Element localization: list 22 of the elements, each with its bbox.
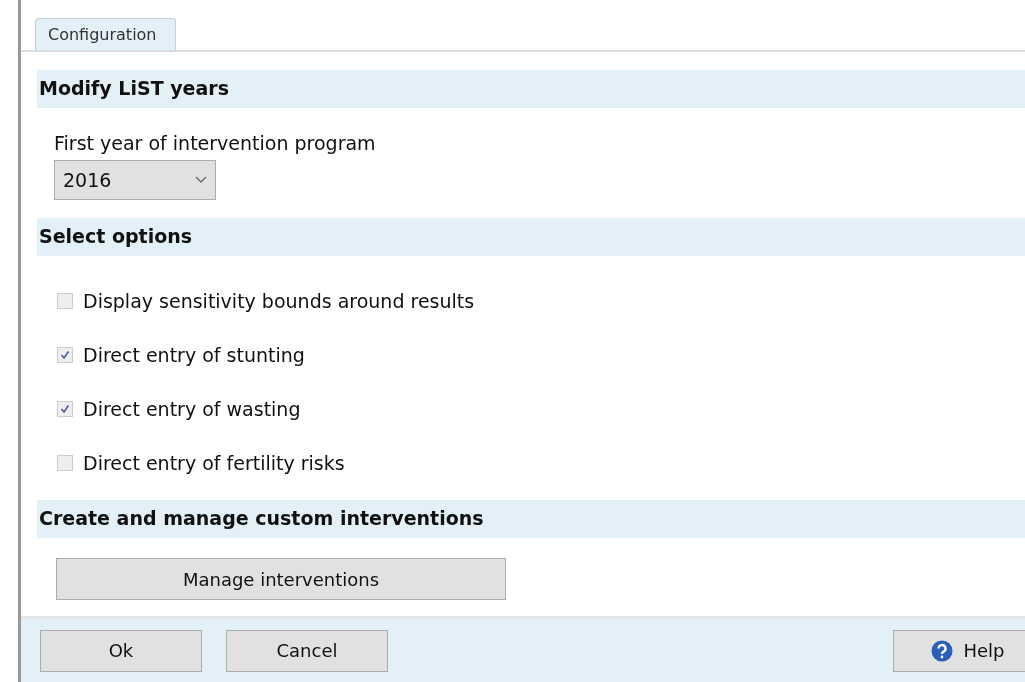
section-header: Create and manage custom interventions	[37, 500, 1025, 538]
section-header: Select options	[37, 218, 1025, 256]
checkbox[interactable]	[57, 401, 73, 417]
section-header: Modify LiST years	[37, 70, 1025, 108]
checkbox-label: Direct entry of wasting	[83, 398, 301, 420]
checkbox-label: Direct entry of fertility risks	[83, 452, 345, 474]
dialog-button[interactable]: Cancel	[226, 629, 388, 672]
checkbox[interactable]	[57, 455, 73, 471]
chevron-down-icon	[195, 176, 207, 184]
year-dropdown[interactable]: 2016	[54, 160, 216, 200]
checkbox-label: Direct entry of stunting	[83, 344, 305, 366]
checkbox-label: Display sensitivity bounds around results	[83, 290, 475, 312]
check-icon	[60, 404, 70, 414]
manage-interventions-button[interactable]: Manage interventions	[56, 558, 506, 600]
check-icon	[60, 350, 70, 360]
field-label: First year of intervention program	[54, 132, 377, 154]
checkbox[interactable]	[57, 293, 73, 309]
help-icon	[931, 639, 954, 662]
dialog-button[interactable]: Ok	[40, 629, 202, 672]
help-button[interactable]: Help	[893, 629, 1025, 672]
tab[interactable]: Configuration	[35, 18, 176, 50]
checkbox[interactable]	[57, 347, 73, 363]
